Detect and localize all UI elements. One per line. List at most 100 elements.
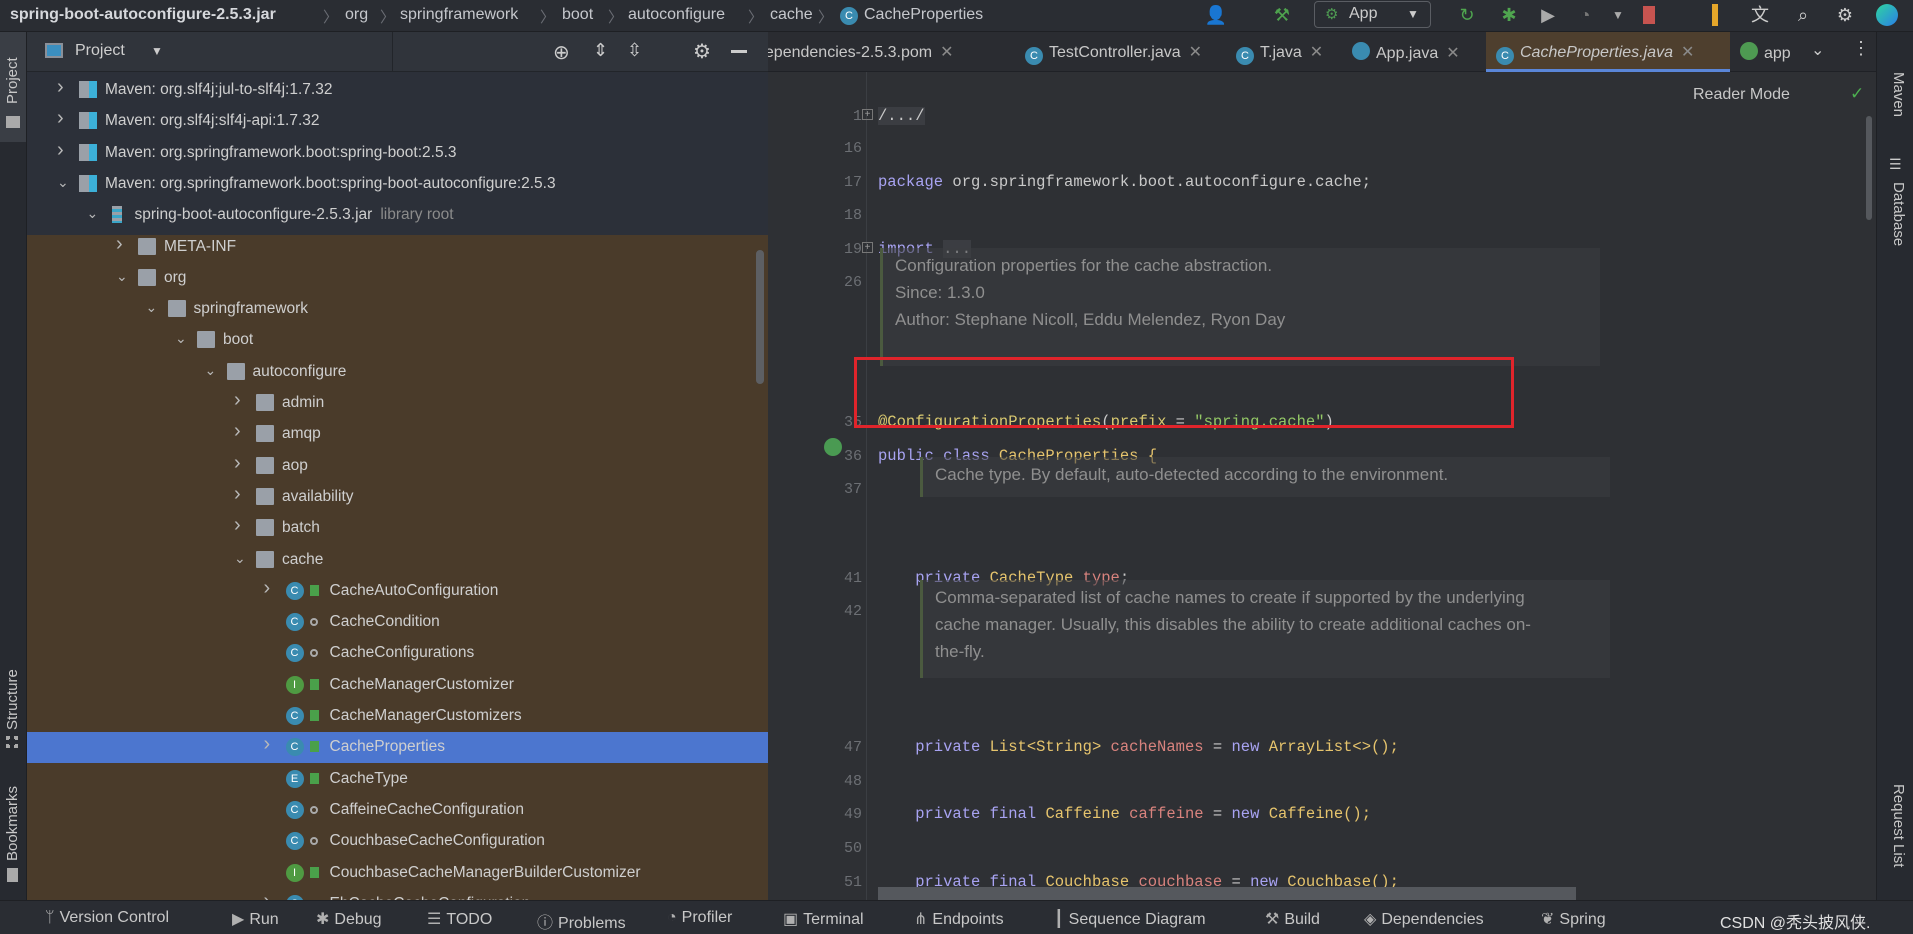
chevron-right-icon[interactable]: ›	[116, 233, 123, 256]
tree-item[interactable]: › batch	[27, 513, 768, 544]
chevron-right-icon[interactable]: ›	[57, 76, 64, 99]
breadcrumb-org[interactable]: org	[345, 6, 368, 24]
breadcrumb-boot[interactable]: boot	[562, 6, 593, 24]
breadcrumb-springframework[interactable]: springframework	[400, 6, 518, 24]
chevron-right-icon[interactable]: ›	[234, 452, 241, 475]
breadcrumb-jar[interactable]: spring-boot-autoconfigure-2.5.3.jar	[10, 6, 276, 24]
spring-bean-gutter-icon[interactable]	[824, 438, 842, 456]
tree-item[interactable]: C CaffeineCacheConfiguration	[27, 795, 768, 826]
tree-item[interactable]: C CouchbaseCacheConfiguration	[27, 826, 768, 857]
fold-toggle-icon[interactable]: +	[862, 109, 873, 120]
tree-item[interactable]: ⌄ autoconfigure	[27, 357, 768, 388]
database-tool-button[interactable]: Database	[1890, 182, 1907, 246]
tool-window-button[interactable]: ▶ Run	[232, 909, 279, 929]
tree-item[interactable]: C CacheConfigurations	[27, 638, 768, 669]
tree-item[interactable]: › amqp	[27, 419, 768, 450]
tree-item[interactable]: › admin	[27, 388, 768, 419]
tool-window-button[interactable]: ᛘ Version Control	[45, 909, 169, 927]
debug-icon[interactable]: ✱	[1497, 4, 1521, 26]
translate-icon[interactable]: 文	[1748, 4, 1772, 26]
structure-tool-button[interactable]: Structure	[4, 669, 21, 730]
profiler-icon[interactable]: ◔	[1573, 4, 1597, 26]
chevron-down-icon[interactable]: ⌄	[87, 205, 99, 222]
tree-item[interactable]: › C CacheProperties	[27, 732, 768, 764]
chevron-down-icon[interactable]: ⌄	[116, 268, 128, 285]
tree-item-label: batch	[282, 519, 320, 537]
chevron-right-icon[interactable]: ›	[234, 420, 241, 443]
toolbox-logo-icon[interactable]	[1876, 4, 1898, 26]
chevron-right-icon[interactable]: ›	[234, 483, 241, 506]
tree-item[interactable]: › Maven: org.slf4j:slf4j-api:1.7.32	[27, 106, 768, 137]
request-list-tool-button[interactable]: Request List	[1890, 784, 1907, 867]
tool-window-button[interactable]: ❦ Spring	[1541, 909, 1606, 929]
minimize-icon[interactable]	[731, 50, 747, 53]
run-config-select[interactable]: ⚙ App ▼	[1314, 1, 1431, 28]
tree-item[interactable]: › availability	[27, 482, 768, 513]
tree-item[interactable]: I CouchbaseCacheManagerBuilderCustomizer	[27, 858, 768, 889]
tool-window-button[interactable]: ◔ Profiler	[667, 909, 732, 927]
tree-item[interactable]: ⌄ cache	[27, 545, 768, 576]
chevron-down-icon[interactable]: ▼	[151, 44, 163, 58]
tool-window-button[interactable]: ┃ Sequence Diagram	[1054, 909, 1206, 929]
tree-scrollbar[interactable]	[756, 250, 764, 384]
chevron-down-icon[interactable]: ▼	[1606, 4, 1630, 26]
tree-item[interactable]: › C CacheAutoConfiguration	[27, 576, 768, 607]
chevron-right-icon[interactable]: ›	[234, 389, 241, 412]
tool-window-button[interactable]: ◈ Dependencies	[1364, 909, 1484, 929]
project-tool-button[interactable]: Project	[0, 32, 26, 142]
tree-item[interactable]: ⌄ boot	[27, 325, 768, 356]
stop-icon[interactable]	[1643, 6, 1655, 24]
tool-window-button[interactable]: ⋔ Endpoints	[914, 909, 1004, 929]
chevron-right-icon[interactable]: ›	[264, 577, 271, 600]
tool-window-button[interactable]: ⓘ Problems	[537, 909, 626, 933]
breadcrumb-autoconfigure[interactable]: autoconfigure	[628, 6, 725, 24]
breadcrumb-cacheproperties[interactable]: C CacheProperties	[840, 6, 983, 25]
tree-item[interactable]: › aop	[27, 451, 768, 482]
chevron-right-icon[interactable]: ›	[264, 890, 271, 900]
locate-target-icon[interactable]: ⊕	[553, 40, 570, 65]
tree-item[interactable]: C CacheManagerCustomizers	[27, 701, 768, 732]
maven-tool-button[interactable]: Maven	[1890, 72, 1907, 117]
coverage-icon[interactable]: ▶	[1536, 4, 1560, 26]
tool-window-button[interactable]: ☰ TODO	[427, 909, 492, 929]
chevron-down-icon[interactable]: ⌄	[57, 174, 69, 191]
tree-item[interactable]: › Maven: org.slf4j:jul-to-slf4j:1.7.32	[27, 75, 768, 106]
gear-icon[interactable]: ⚙	[693, 39, 711, 64]
tree-item[interactable]: ⌄ Maven: org.springframework.boot:spring-…	[27, 169, 768, 200]
chevron-right-icon[interactable]: ›	[264, 733, 271, 756]
chevron-right-icon[interactable]: ›	[234, 514, 241, 537]
gear-icon[interactable]: ⚙	[1833, 4, 1857, 26]
tree-item[interactable]: › Maven: org.springframework.boot:spring-…	[27, 138, 768, 169]
search-icon[interactable]: ⌕	[1791, 4, 1815, 26]
tree-item[interactable]: C CacheCondition	[27, 607, 768, 638]
tree-item[interactable]: I CacheManagerCustomizer	[27, 670, 768, 701]
chevron-right-icon[interactable]: ›	[57, 139, 64, 162]
breadcrumb-cache[interactable]: cache	[770, 6, 813, 24]
tool-window-button[interactable]: ⚒ Build	[1265, 909, 1320, 929]
tree-item[interactable]: › META-INF	[27, 232, 768, 263]
expand-all-icon[interactable]: ⇕	[593, 40, 608, 61]
vcs-icon[interactable]	[1712, 4, 1718, 26]
fold-toggle-icon[interactable]: +	[862, 242, 873, 253]
tree-item[interactable]: ›CEhCacheCacheConfiguration	[27, 889, 768, 900]
tool-window-button[interactable]: ✱ Debug	[316, 909, 382, 929]
tree-item[interactable]: E CacheType	[27, 764, 768, 795]
user-icon[interactable]: 👤	[1204, 4, 1228, 26]
collapse-all-icon[interactable]: ⇳	[627, 40, 642, 61]
chevron-down-icon[interactable]: ⌄	[234, 550, 246, 567]
build-hammer-icon[interactable]: ⚒	[1270, 4, 1294, 26]
tool-window-button[interactable]: ▣ Terminal	[783, 909, 864, 929]
rerun-icon[interactable]: ↻	[1455, 4, 1479, 26]
chevron-right-icon[interactable]: ›	[57, 107, 64, 130]
project-view-title[interactable]: Project	[75, 42, 125, 60]
editor-horizontal-scrollbar[interactable]	[878, 887, 1576, 900]
chevron-down-icon[interactable]: ⌄	[205, 362, 217, 379]
tree-item[interactable]: ⌄ spring-boot-autoconfigure-2.5.3.jar libr…	[27, 200, 768, 231]
bookmarks-tool-button[interactable]: Bookmarks	[4, 786, 21, 861]
tree-item[interactable]: ⌄ org	[27, 263, 768, 294]
code-view[interactable]: 1 /.../ 16 17 package org.springframework.bo…	[768, 32, 1876, 900]
chevron-down-icon[interactable]: ⌄	[175, 330, 187, 347]
tree-item[interactable]: ⌄ springframework	[27, 294, 768, 325]
problems-icon: ⓘ	[537, 915, 554, 932]
chevron-down-icon[interactable]: ⌄	[146, 299, 158, 316]
